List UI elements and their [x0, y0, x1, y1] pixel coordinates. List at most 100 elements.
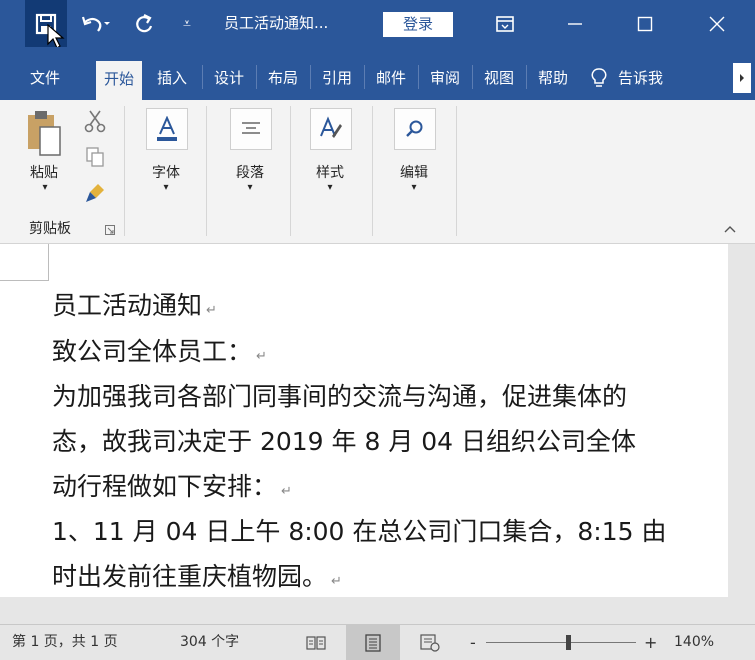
zoom-level[interactable]: 140%	[674, 625, 714, 660]
doc-line-text: 为加强我司各部门同事间的交流与沟通，促进集体的	[52, 382, 628, 411]
paragraph-mark: ↵	[256, 349, 267, 364]
tab-help[interactable]: 帮助	[529, 63, 577, 93]
tab-separator	[364, 65, 365, 89]
close-icon	[709, 16, 725, 31]
group-separator	[290, 106, 291, 236]
editing-button[interactable]	[394, 108, 436, 150]
search-icon	[406, 120, 423, 137]
read-mode-icon	[306, 635, 326, 650]
tab-home[interactable]: 开始	[96, 61, 142, 100]
doc-line: 动行程做如下安排： ↵	[52, 467, 292, 503]
maximize-button[interactable]	[630, 0, 660, 47]
cut-icon	[84, 110, 106, 133]
group-separator	[124, 106, 125, 236]
maximize-icon	[637, 16, 653, 31]
doc-line: 时出发前往重庆植物园。 ↵	[52, 557, 342, 593]
clipboard-launcher-button[interactable]	[104, 224, 116, 236]
paragraph-button[interactable]	[230, 108, 272, 150]
cut-button[interactable]	[82, 108, 108, 134]
format-painter-icon	[86, 184, 104, 202]
document-page[interactable]: 员工活动通知 ↵ 致公司全体员工： ↵ 为加强我司各部门同事间的交流与沟通，促进集体…	[0, 244, 728, 597]
doc-line: 致公司全体员工： ↵	[52, 332, 267, 368]
page-count[interactable]: 第 1 页，共 1 页	[12, 625, 118, 660]
ribbon-display-options-button[interactable]	[490, 0, 520, 47]
paste-icon	[28, 111, 61, 156]
font-dropdown-icon[interactable]: ▾	[160, 182, 172, 193]
tab-separator	[310, 65, 311, 89]
web-layout-icon	[420, 633, 440, 652]
dialog-launcher-icon	[105, 225, 115, 235]
paste-button[interactable]	[24, 108, 64, 158]
tab-references[interactable]: 引用	[313, 63, 361, 93]
doc-line: 1、11 月 04 日上午 8:00 在总公司门口集合，8:15 由	[52, 512, 667, 548]
save-button[interactable]	[25, 0, 67, 49]
tab-separator	[526, 65, 527, 89]
styles-dropdown-icon[interactable]: ▾	[324, 182, 336, 193]
clipboard-group-label: 剪贴板	[29, 221, 71, 237]
zoom-in-button[interactable]: +	[644, 625, 657, 660]
customize-qat-button[interactable]: ⩡	[175, 0, 199, 47]
zoom-slider-track[interactable]	[486, 642, 636, 643]
doc-line-text: 致公司全体员工：	[52, 337, 253, 366]
login-button[interactable]: 登录	[383, 12, 453, 37]
tab-separator	[418, 65, 419, 89]
styles-label: 样式	[316, 165, 344, 181]
tell-me-search[interactable]: 告诉我	[590, 63, 700, 93]
ribbon-display-icon	[496, 15, 514, 32]
document-title: 员工活动通知...	[224, 14, 329, 32]
print-layout-icon	[365, 633, 381, 652]
paste-dropdown-icon[interactable]: ▾	[38, 182, 52, 193]
styles-icon	[320, 116, 342, 138]
tab-separator	[202, 65, 203, 89]
tab-design[interactable]: 设计	[205, 63, 253, 93]
tab-mailings[interactable]: 邮件	[367, 63, 415, 93]
doc-line-text: 动行程做如下安排：	[52, 472, 278, 501]
zoom-out-button[interactable]: -	[470, 625, 476, 660]
doc-line: 态，故我司决定于 2019 年 8 月 04 日组织公司全体	[52, 422, 636, 458]
doc-line-text: 时出发前往重庆植物园。	[52, 562, 328, 591]
paragraph-mark: ↵	[206, 303, 217, 318]
group-separator	[456, 106, 457, 236]
redo-icon	[136, 13, 153, 32]
styles-button[interactable]	[310, 108, 352, 150]
read-mode-button[interactable]	[304, 625, 328, 660]
font-color-icon	[157, 116, 177, 141]
paragraph-mark: ↵	[281, 484, 292, 499]
vertical-scrollbar[interactable]	[728, 244, 755, 624]
minimize-button[interactable]	[560, 0, 590, 47]
font-label: 字体	[152, 165, 180, 181]
title-bar: ⩡ 员工活动通知... 登录	[0, 0, 755, 49]
chevron-right-icon	[740, 74, 744, 82]
tabs-scroll-right-button[interactable]	[733, 63, 751, 93]
align-center-icon	[242, 122, 260, 134]
tab-insert[interactable]: 插入	[148, 63, 196, 93]
copy-button[interactable]	[82, 144, 108, 170]
tab-file[interactable]: 文件	[14, 63, 76, 93]
redo-button[interactable]	[130, 0, 158, 47]
paragraph-dropdown-icon[interactable]: ▾	[244, 182, 256, 193]
font-button[interactable]	[146, 108, 188, 150]
tab-layout[interactable]: 布局	[259, 63, 307, 93]
undo-icon	[81, 16, 110, 32]
chevron-up-icon	[724, 226, 736, 233]
zoom-slider-thumb[interactable]	[566, 635, 571, 650]
web-layout-button[interactable]	[418, 625, 442, 660]
undo-button[interactable]	[78, 0, 114, 47]
close-button[interactable]	[700, 0, 734, 47]
print-layout-button[interactable]	[346, 625, 400, 660]
collapse-ribbon-button[interactable]	[722, 222, 738, 236]
ribbon-panel: 粘贴 ▾ 剪贴板 字体 ▾ 段落 ▾ 样式 ▾ 编辑 ▾	[0, 100, 755, 244]
paste-label: 粘贴	[30, 165, 58, 181]
status-bar: 第 1 页，共 1 页 304 个字 - + 140%	[0, 624, 755, 660]
word-count[interactable]: 304 个字	[180, 625, 239, 660]
lightbulb-icon	[591, 68, 607, 87]
group-separator	[206, 106, 207, 236]
paragraph-mark: ↵	[331, 574, 342, 589]
editing-dropdown-icon[interactable]: ▾	[408, 182, 420, 193]
tab-review[interactable]: 审阅	[421, 63, 469, 93]
editing-label: 编辑	[400, 165, 428, 181]
tab-view[interactable]: 视图	[475, 63, 523, 93]
doc-line: 员工活动通知 ↵	[52, 286, 217, 322]
doc-line-text: 员工活动通知	[52, 291, 203, 320]
format-painter-button[interactable]	[82, 178, 110, 206]
